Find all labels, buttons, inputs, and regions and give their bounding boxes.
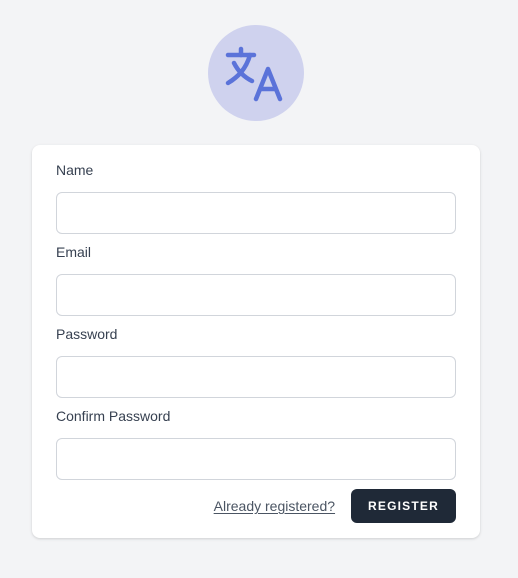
name-input[interactable] [56,192,456,234]
confirm-password-field-group: Confirm Password [56,407,456,480]
email-label: Email [56,244,92,260]
app-logo[interactable] [208,25,304,121]
confirm-password-label: Confirm Password [56,408,171,424]
password-input[interactable] [56,356,456,398]
register-button[interactable]: REGISTER [351,489,456,523]
form-actions: Already registered? REGISTER [214,489,456,523]
translate-icon [225,46,283,102]
password-field-group: Password [56,325,456,398]
name-label: Name [56,162,94,178]
already-registered-link[interactable]: Already registered? [214,498,335,514]
name-field-group: Name [56,161,456,234]
email-input[interactable] [56,274,456,316]
email-field-group: Email [56,243,456,316]
password-label: Password [56,326,118,342]
confirm-password-input[interactable] [56,438,456,480]
register-card: Name Email Password Confirm Password Alr… [32,145,480,538]
